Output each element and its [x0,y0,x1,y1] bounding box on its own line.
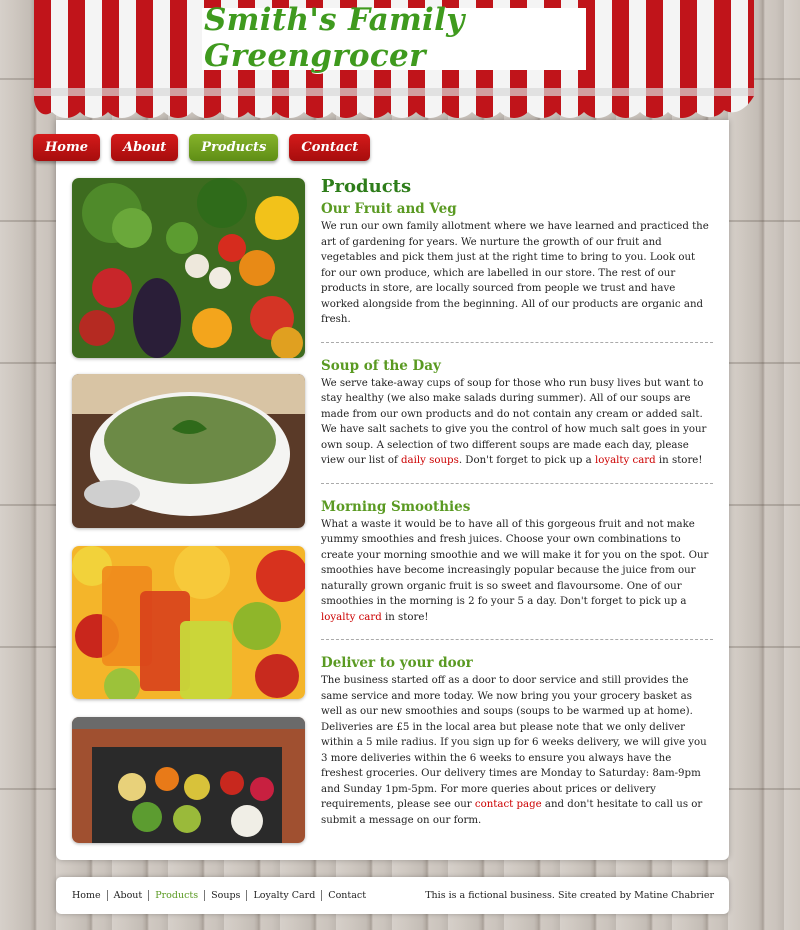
divider [321,341,713,343]
section-smoothies: Morning Smoothies What a waste it would … [321,498,713,626]
vegetables-photo [72,178,305,358]
footer-link-products[interactable]: Products [148,890,204,901]
section-heading: Deliver to your door [321,655,473,671]
section-heading: Morning Smoothies [321,498,471,515]
soup-photo [72,374,305,528]
contact-page-link[interactable]: contact page [475,799,542,810]
text: What a waste it would be to have all of … [321,518,709,608]
page-title: Products [321,176,412,197]
loyalty-card-link[interactable]: loyalty card [321,612,382,623]
section-fruit-veg: Our Fruit and Veg We run our own family … [321,200,713,328]
section-text: We serve take-away cups of soup for thos… [321,376,713,469]
section-soup: Soup of the Day We serve take-away cups … [321,357,713,469]
loyalty-card-link[interactable]: loyalty card [595,455,656,466]
section-text: The business started off as a door to do… [321,673,713,828]
text: The business started off as a door to do… [321,675,707,810]
section-heading: Our Fruit and Veg [321,201,457,217]
smoothies-photo [72,546,305,699]
main-nav: Home About Products Contact [33,134,371,161]
text: in store! [381,611,429,623]
awning-header: Smith's Family Greengrocer [34,0,754,128]
daily-soups-link[interactable]: daily soups [401,455,459,466]
text: in store! [655,455,703,466]
nav-about[interactable]: About [110,134,179,161]
divider [321,482,713,484]
products-content: Products Our Fruit and Veg We run our ow… [321,176,713,828]
footer: Home About Products Soups Loyalty Card C… [56,877,729,914]
footer-link-about[interactable]: About [106,890,149,901]
footer-link-loyalty-card[interactable]: Loyalty Card [246,890,321,901]
section-text: What a waste it would be to have all of … [321,517,713,626]
text: We serve take-away cups of soup for thos… [321,377,707,467]
text: . Don't forget to pick up a [458,455,595,466]
section-delivery: Deliver to your door The business starte… [321,654,713,828]
footer-nav: Home About Products Soups Loyalty Card C… [72,890,372,901]
footer-link-contact[interactable]: Contact [321,890,372,901]
nav-contact[interactable]: Contact [289,134,371,161]
divider [321,639,713,640]
footer-credit: This is a fictional business. Site creat… [425,890,714,901]
delivery-crate-photo [72,717,305,843]
section-text: We run our own family allotment where we… [321,221,709,325]
nav-products[interactable]: Products [189,134,279,161]
nav-home[interactable]: Home [33,134,100,161]
main-panel: Products Our Fruit and Veg We run our ow… [56,120,729,860]
site-title: Smith's Family Greengrocer [204,2,465,74]
footer-link-home[interactable]: Home [72,890,107,901]
section-heading: Soup of the Day [321,357,441,374]
footer-link-soups[interactable]: Soups [204,890,246,901]
